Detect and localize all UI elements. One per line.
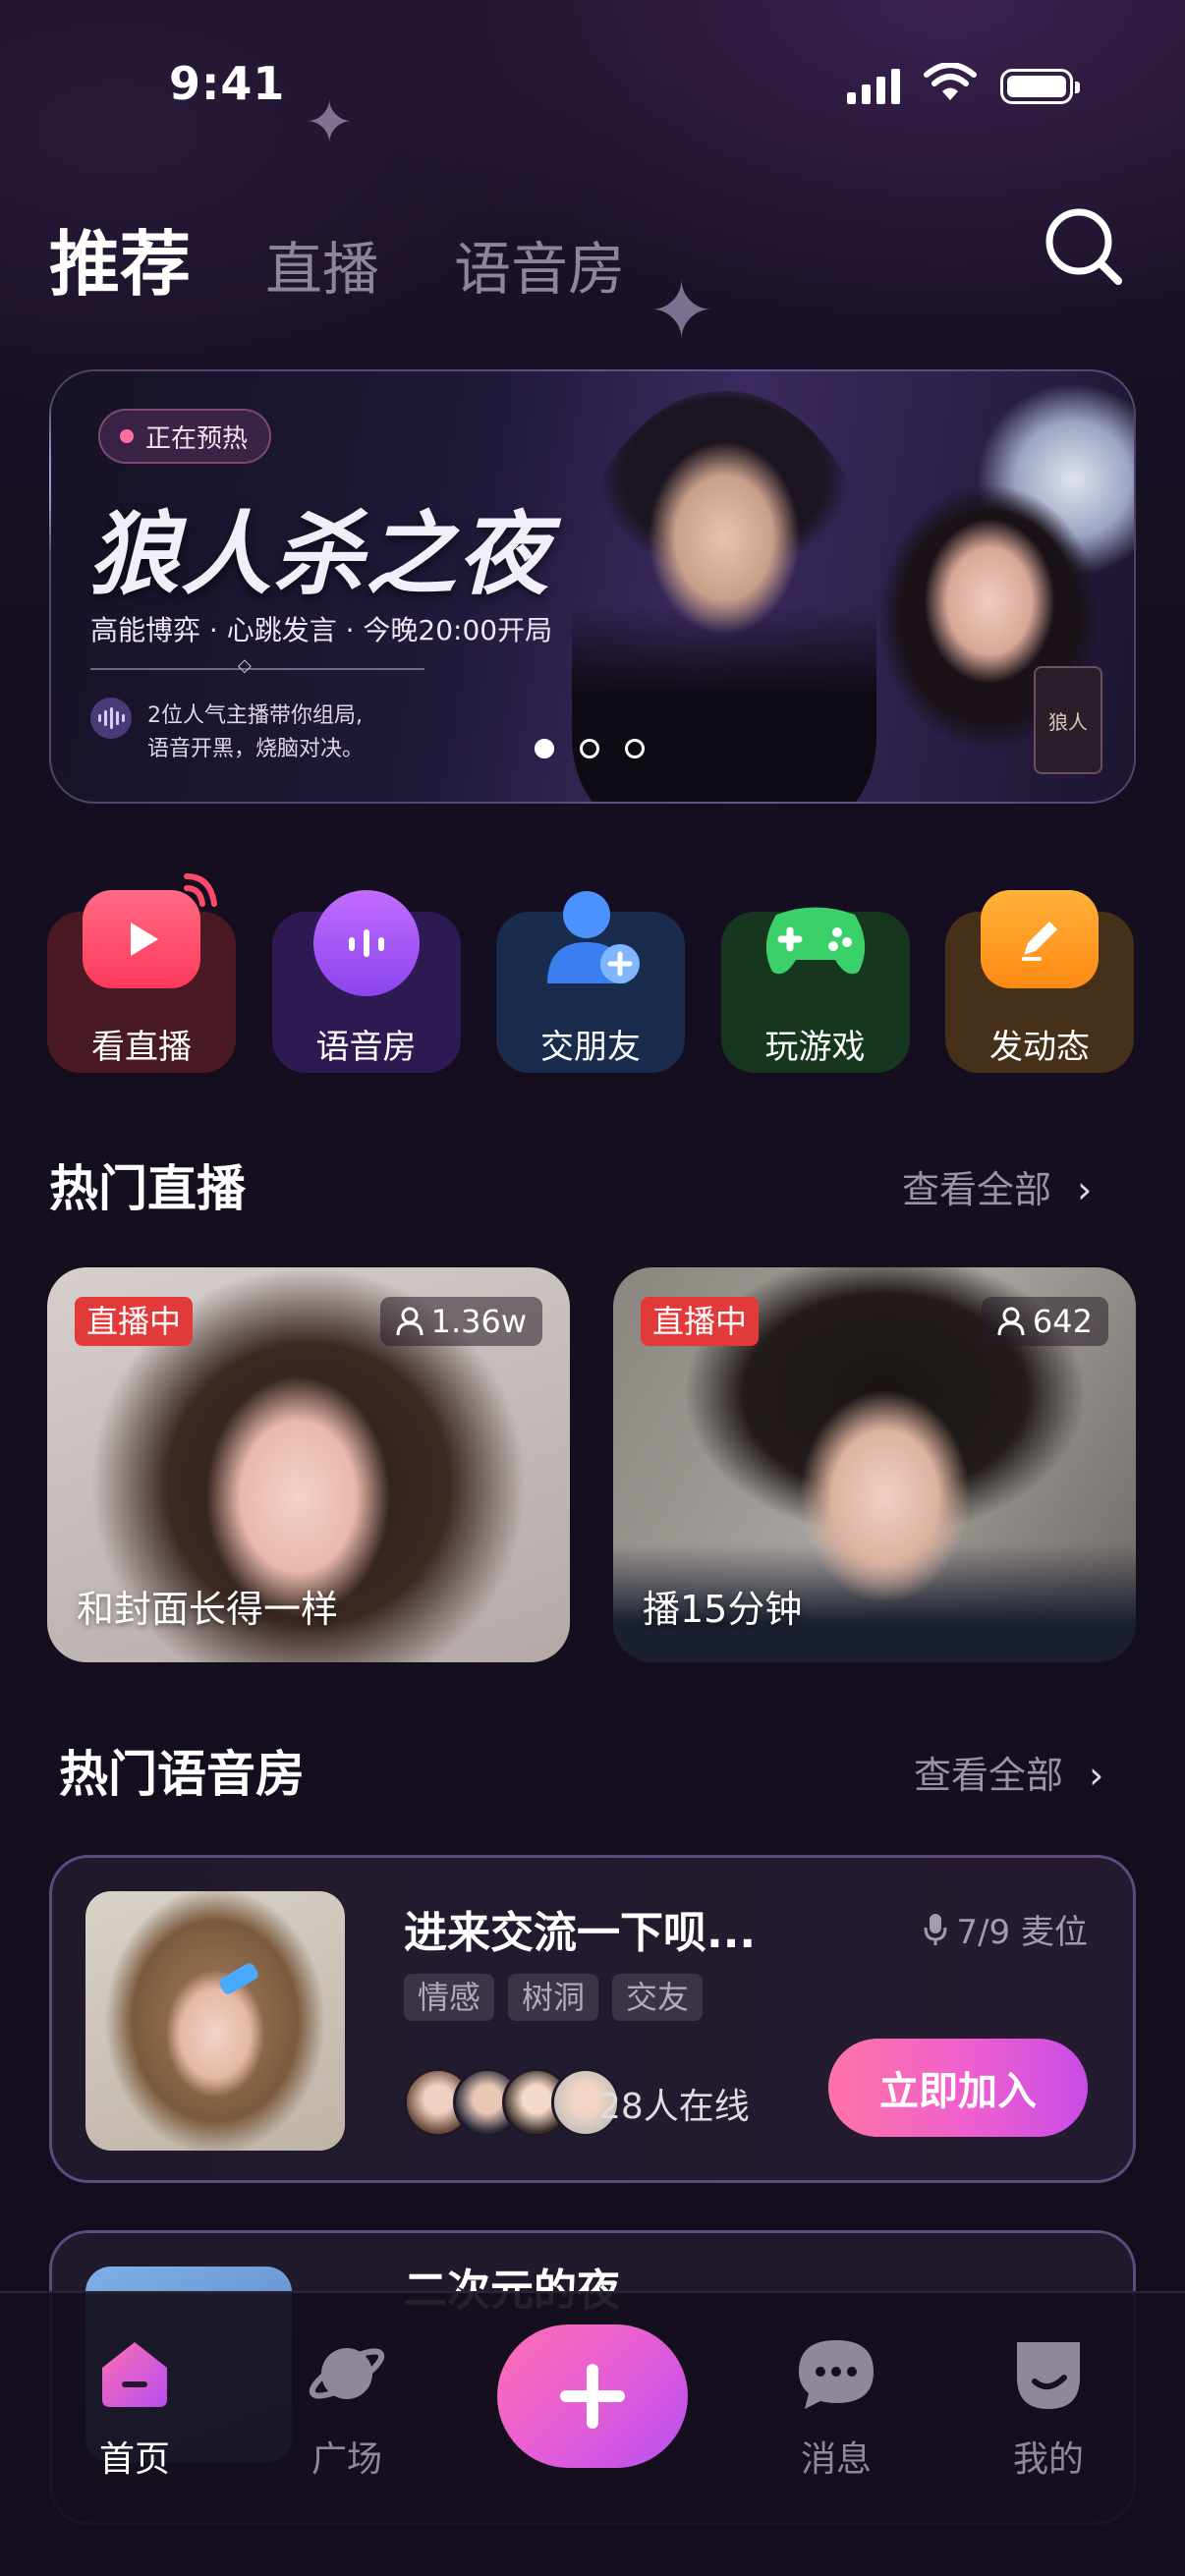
nav-plaza[interactable]: 广场 [273, 2332, 421, 2482]
sound-wave-icon [90, 698, 132, 739]
banner-subtitle: 高能博弈 · 心跳发言 · 今晚20:00开局 [90, 614, 553, 646]
voice-room-card[interactable]: 进来交流一下呗... 7/9 麦位 情感 树洞 交友 28人在线 立即加入 [49, 1855, 1136, 2183]
plus-icon [560, 2364, 625, 2429]
member-avatars [404, 2068, 620, 2137]
message-icon [795, 2332, 877, 2415]
live-caption: 和封面长得一样 [77, 1588, 339, 1631]
nav-label: 我的 [1012, 2439, 1084, 2480]
action-label: 交朋友 [540, 1028, 641, 1067]
action-label: 玩游戏 [764, 1028, 866, 1067]
action-watch-live[interactable]: 看直播 [47, 867, 236, 1073]
action-label: 语音房 [315, 1028, 417, 1067]
nav-profile[interactable]: 我的 [975, 2332, 1122, 2482]
tab-live[interactable]: 直播 [265, 223, 379, 306]
carousel-dot[interactable] [580, 739, 599, 758]
action-make-friends[interactable]: 交朋友 [496, 867, 685, 1073]
section-title-hot-voice: 热门语音房 [59, 1746, 305, 1803]
carousel-indicator [535, 739, 645, 758]
carousel-dot[interactable] [625, 739, 645, 758]
carousel-dot[interactable] [535, 739, 554, 758]
werewolf-card: 狼人 [1034, 666, 1102, 774]
bottom-nav: 首页 广场 消息 我的 [0, 2291, 1185, 2576]
room-seats-value: 7/9 麦位 [956, 1913, 1088, 1952]
nav-label: 首页 [98, 2439, 170, 2480]
tab-voice-room[interactable]: 语音房 [454, 223, 625, 306]
action-label: 看直播 [91, 1028, 192, 1067]
action-play-games[interactable]: 玩游戏 [720, 867, 910, 1073]
viewer-count-value: 642 [1032, 1303, 1093, 1340]
live-tag: 直播中 [75, 1297, 194, 1346]
join-button[interactable]: 立即加入 [828, 2039, 1088, 2137]
room-tag: 情感 [404, 1974, 495, 2021]
home-icon [93, 2332, 176, 2415]
gamepad-icon [757, 890, 875, 988]
status-time: 9:41 [169, 57, 286, 110]
microphone-icon [924, 1913, 947, 1945]
live-card[interactable]: 直播中 642 播15分钟 [613, 1267, 1136, 1662]
section-title-hot-live: 热门直播 [49, 1160, 246, 1217]
cellular-signal-icon [847, 67, 900, 104]
chevron-right-icon: › [1077, 1168, 1093, 1211]
tab-recommend[interactable]: 推荐 [49, 206, 191, 309]
banner-description: 2位人气主播带你组局, 语音开黑，烧脑对决。 [147, 700, 403, 766]
hair-clip-decoration [217, 1961, 260, 1996]
event-banner[interactable]: 狼人 正在预热 狼人杀之夜 高能博弈 · 心跳发言 · 今晚20:00开局 2位… [49, 369, 1136, 804]
room-tag: 交友 [612, 1974, 704, 2021]
viewer-count: 642 [981, 1297, 1108, 1346]
action-post-moment[interactable]: 发动态 [945, 867, 1134, 1073]
live-caption: 播15分钟 [643, 1588, 803, 1631]
quick-actions: 看直播 语音房 交朋友 玩游戏 发动态 [47, 867, 1134, 1073]
viewer-count: 1.36w [379, 1297, 542, 1346]
banner-desc-line: 2位人气主播带你组局, [147, 703, 363, 728]
create-button[interactable] [497, 2324, 688, 2468]
profile-icon [1007, 2332, 1090, 2415]
view-all-label: 查看全部 [902, 1168, 1052, 1211]
voice-chat-icon [312, 890, 420, 996]
banner-desc-line: 语音开黑，烧脑对决。 [147, 737, 365, 761]
view-all-label: 查看全部 [914, 1754, 1064, 1797]
live-tag: 直播中 [641, 1297, 760, 1346]
room-tag: 树洞 [508, 1974, 599, 2021]
edit-icon [981, 890, 1099, 988]
broadcast-signal-icon [184, 873, 217, 907]
divider [90, 655, 424, 676]
action-label: 发动态 [989, 1028, 1090, 1067]
viewer-count-value: 1.36w [430, 1303, 527, 1340]
action-voice-room[interactable]: 语音房 [271, 867, 461, 1073]
person-icon [997, 1307, 1025, 1336]
room-cover-image [85, 1891, 345, 2151]
nav-label: 消息 [800, 2439, 872, 2480]
room-tags: 情感 树洞 交友 [404, 1974, 704, 2021]
live-dot-icon [120, 429, 134, 443]
top-tabs: 推荐 直播 语音房 [49, 206, 700, 309]
room-title: 进来交流一下呗... [404, 1908, 757, 1958]
search-icon[interactable] [1040, 202, 1128, 291]
view-all-live-link[interactable]: 查看全部 › [902, 1159, 1092, 1213]
room-seats: 7/9 麦位 [923, 1905, 1088, 1953]
status-badge: 正在预热 [98, 409, 272, 464]
banner-title: 狼人杀之夜 [88, 502, 551, 607]
chevron-right-icon: › [1089, 1754, 1104, 1797]
wifi-icon [924, 63, 977, 100]
nav-label: 广场 [310, 2439, 382, 2480]
battery-icon [1000, 69, 1080, 104]
status-badge-label: 正在预热 [145, 423, 249, 454]
online-count: 28人在线 [598, 2087, 750, 2127]
add-friend-icon [532, 890, 649, 988]
planet-icon [306, 2332, 388, 2415]
status-bar: 9:41 [0, 51, 1185, 120]
nav-home[interactable]: 首页 [61, 2332, 208, 2482]
live-card[interactable]: 直播中 1.36w 和封面长得一样 [47, 1267, 570, 1662]
view-all-voice-link[interactable]: 查看全部 › [914, 1745, 1103, 1799]
person-icon [396, 1307, 423, 1336]
nav-messages[interactable]: 消息 [762, 2332, 910, 2482]
